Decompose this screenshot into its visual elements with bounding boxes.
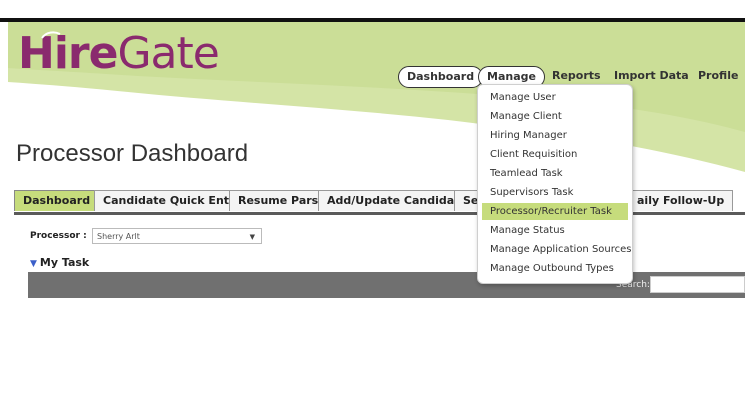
logo-swoosh-icon — [41, 31, 61, 39]
menu-item-manage-application-sources[interactable]: Manage Application Sources — [482, 241, 632, 258]
tab-daily-follow-up[interactable]: aily Follow-Up — [628, 190, 734, 211]
search-input[interactable] — [650, 276, 745, 293]
tab-dashboard[interactable]: Dashboard — [14, 190, 100, 211]
menu-item-hiring-manager[interactable]: Hiring Manager — [482, 127, 628, 144]
menu-item-client-requisition[interactable]: Client Requisition — [482, 146, 628, 163]
nav-dashboard[interactable]: Dashboard — [398, 66, 484, 88]
manage-dropdown-menu: Manage User Manage Client Hiring Manager… — [477, 84, 633, 284]
page-screen: HireGate Dashboard Manage Reports Import… — [8, 22, 745, 298]
task-table-header: Search: — [28, 272, 745, 298]
processor-label: Processor : — [30, 231, 87, 241]
processor-select-value: Sherry Arlt — [97, 232, 140, 241]
nav-import-data[interactable]: Import Data — [614, 66, 689, 86]
app-window: HireGate Dashboard Manage Reports Import… — [0, 0, 755, 410]
nav-reports[interactable]: Reports — [552, 66, 601, 86]
triangle-down-icon: ▼ — [30, 259, 37, 269]
tab-candidate-quick-entry[interactable]: Candidate Quick Entry — [94, 190, 251, 211]
page-title: Processor Dashboard — [16, 140, 249, 167]
menu-item-teamlead-task[interactable]: Teamlead Task — [482, 165, 628, 182]
menu-item-supervisors-task[interactable]: Supervisors Task — [482, 184, 628, 201]
menu-item-manage-client[interactable]: Manage Client — [482, 108, 628, 125]
menu-item-processor-recruiter-task[interactable]: Processor/Recruiter Task — [482, 203, 628, 220]
nav-profile[interactable]: Profile — [698, 66, 738, 86]
tab-bar: Dashboard Candidate Quick Entry Resume P… — [14, 188, 745, 215]
menu-item-manage-outbound-types[interactable]: Manage Outbound Types — [482, 260, 628, 277]
menu-item-manage-status[interactable]: Manage Status — [482, 222, 628, 239]
chevron-down-icon: ▼ — [249, 233, 255, 241]
processor-select[interactable]: Sherry Arlt ▼ — [92, 228, 262, 244]
tab-add-update-candidate[interactable]: Add/Update Candidate — [318, 190, 476, 211]
my-task-toggle[interactable]: ▼ My Task — [30, 256, 89, 269]
menu-item-manage-user[interactable]: Manage User — [482, 89, 628, 106]
my-task-label: My Task — [39, 256, 90, 269]
main-nav: Dashboard Manage Reports Import Data Pro… — [8, 66, 745, 90]
